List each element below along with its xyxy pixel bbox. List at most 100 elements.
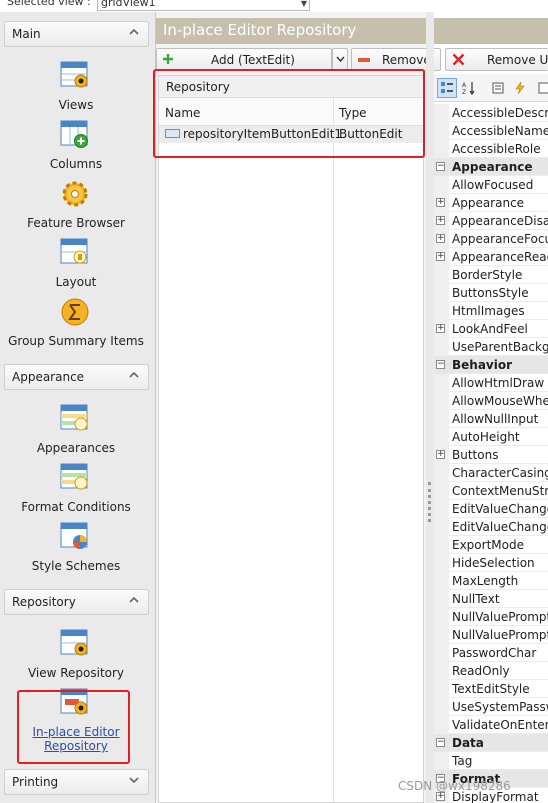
property-row[interactable]: MaxLength [434,572,548,590]
property-gutter [434,626,449,644]
property-grid[interactable]: AZ AccessibleDescript AccessibleName Acces… [434,74,548,803]
splitter[interactable] [426,12,434,803]
property-gutter [434,662,449,680]
chevron-down-icon [336,56,345,63]
property-row[interactable]: AllowHtmlDraw [434,374,548,392]
property-row[interactable]: AccessibleRole [434,140,548,158]
property-gutter [434,392,449,410]
property-row[interactable]: NullValuePrompt [434,608,548,626]
add-editor-dropdown[interactable] [332,48,348,71]
property-pages-button[interactable] [488,78,508,98]
property-gutter [434,752,449,770]
property-gutter [434,284,449,302]
selected-view-combo[interactable]: gridView1 ▼ [97,0,310,11]
remove-unused-button[interactable]: Remove Un [445,48,548,71]
property-row[interactable]: + AppearanceFocuse [434,230,548,248]
collapse-icon[interactable]: − [436,738,445,747]
property-gutter [434,590,449,608]
chevron-up-icon [129,596,139,603]
property-row[interactable]: TextEditStyle [434,680,548,698]
property-row[interactable]: PasswordChar [434,644,548,662]
property-name: EditValueChanged [452,502,548,516]
property-row[interactable]: + Buttons [434,446,548,464]
property-row[interactable]: + Appearance [434,194,548,212]
view-repository-icon [60,629,88,656]
nav-item-label: View Repository [27,666,125,680]
property-row[interactable]: NullValuePromptS [434,626,548,644]
property-row[interactable]: NullText [434,590,548,608]
expand-icon[interactable]: + [436,252,445,261]
property-name: Appearance [452,196,525,210]
property-row[interactable]: ExportMode [434,536,548,554]
categorized-button[interactable] [437,78,457,98]
add-editor-label: Add (TextEdit) [211,53,295,67]
property-row[interactable]: ReadOnly [434,662,548,680]
collapse-icon[interactable]: − [436,360,445,369]
group-title: Main [12,27,41,41]
expand-icon[interactable]: + [436,324,445,333]
property-row[interactable]: + AppearanceReadO [434,248,548,266]
nav-item-label: Views [58,98,94,112]
expand-icon[interactable]: + [436,198,445,207]
property-row[interactable]: AllowMouseWhee [434,392,548,410]
collapse-icon[interactable]: − [436,162,445,171]
property-row[interactable]: ValidateOnEnterK [434,716,548,734]
property-row[interactable]: ButtonsStyle [434,284,548,302]
expand-icon[interactable]: + [436,216,445,225]
nav-item-label: Feature Browser [27,216,125,230]
property-row[interactable]: AccessibleDescript [434,104,548,122]
property-row[interactable]: AutoHeight [434,428,548,446]
nav-item-label: Columns [49,157,103,171]
expand-icon[interactable]: + [436,450,445,459]
nav-item-label: Appearances [36,441,116,455]
group-header-repository[interactable]: Repository [4,589,149,615]
sigma-icon [61,298,89,326]
style-schemes-icon [60,522,88,549]
group-header-appearance[interactable]: Appearance [4,364,149,390]
group-header-main[interactable]: Main [4,21,149,47]
expand-icon[interactable]: + [436,792,445,801]
format-conditions-icon [60,463,88,490]
property-gutter [434,716,449,734]
property-row[interactable]: + AppearanceDisabl [434,212,548,230]
layout-icon [60,238,88,264]
property-name: MaxLength [452,574,519,588]
property-row[interactable]: EditValueChanged [434,500,548,518]
property-category[interactable]: − Behavior [434,356,548,374]
property-category[interactable]: − Appearance [434,158,548,176]
property-category[interactable]: − Data [434,734,548,752]
selected-view-label: Selected view : [7,0,91,8]
property-row[interactable]: AccessibleName [434,122,548,140]
property-name: ExportMode [452,538,524,552]
appearances-icon [60,404,88,431]
page-icon [538,82,548,94]
property-row[interactable]: AllowFocused [434,176,548,194]
property-name: EditValueChanged [452,520,548,534]
property-name: Behavior [452,358,513,372]
property-row[interactable]: ContextMenuStrip [434,482,548,500]
property-extra-button[interactable] [534,78,548,98]
property-name: HtmlImages [452,304,525,318]
property-row[interactable]: UseSystemPasswo [434,698,548,716]
repository-grid[interactable]: Repository Name Type repositoryItemButto… [158,75,424,803]
property-name: AutoHeight [452,430,520,444]
property-name: ContextMenuStrip [452,484,548,498]
property-row[interactable]: AllowNullInput [434,410,548,428]
property-row[interactable]: EditValueChanged [434,518,548,536]
property-row[interactable]: HideSelection [434,554,548,572]
property-row[interactable]: UseParentBackgro [434,338,548,356]
columns-icon [60,120,88,148]
add-editor-button[interactable]: Add (TextEdit) [156,48,332,71]
property-name: AccessibleDescript [452,106,548,120]
group-header-printing[interactable]: Printing [4,769,149,795]
property-row[interactable]: Tag [434,752,548,770]
property-row[interactable]: + LookAndFeel [434,320,548,338]
property-gutter [434,374,449,392]
property-name: NullText [452,592,500,606]
expand-icon[interactable]: + [436,234,445,243]
alphabetical-button[interactable]: AZ [459,78,479,98]
property-row[interactable]: CharacterCasing [434,464,548,482]
property-row[interactable]: HtmlImages [434,302,548,320]
events-button[interactable] [510,78,530,98]
property-row[interactable]: BorderStyle [434,266,548,284]
